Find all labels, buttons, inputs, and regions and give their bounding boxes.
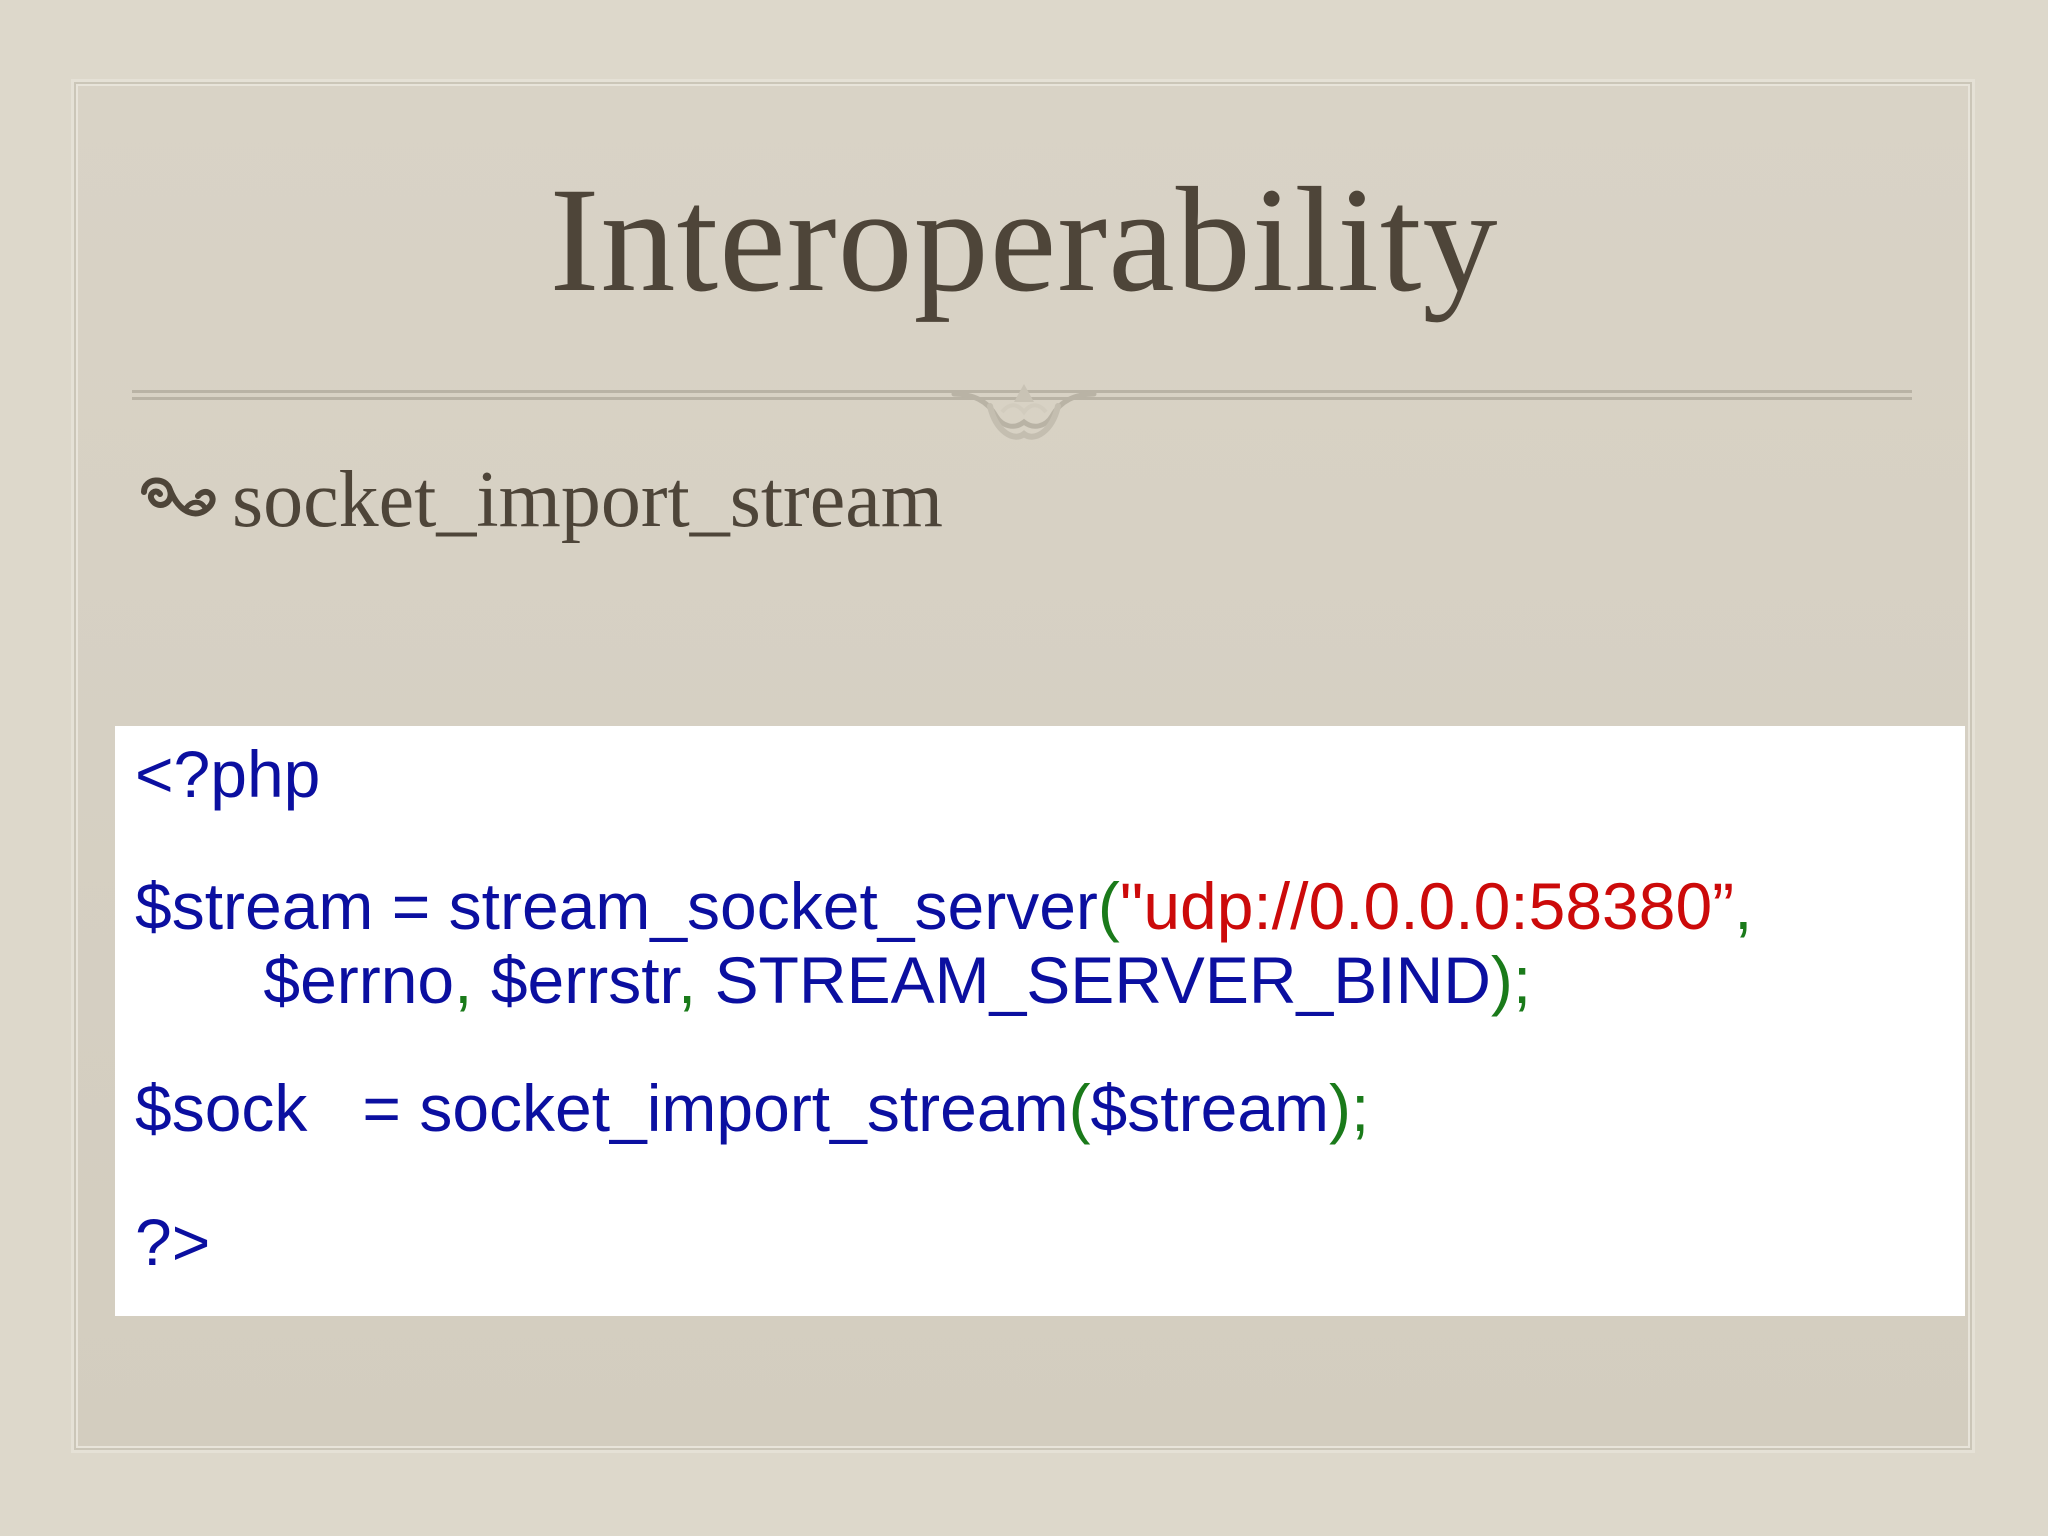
code-line-open-tag: <?php [135,736,320,812]
php-close-tag: ?> [135,1205,211,1279]
comma: , [454,943,491,1017]
func-stream-socket-server: stream_socket_server [448,869,1098,943]
quote-open: " [1119,869,1144,943]
slide-title: Interoperability [549,157,1499,323]
fleuron-bullet-icon [141,477,216,517]
assign-op: = [307,1071,420,1145]
var-sock: $sock [135,1071,308,1145]
code-line-args: $errno, $errstr, STREAM_SERVER_BIND); [135,942,1531,1018]
var-stream: $stream [135,869,374,943]
paren-close-semicolon: ); [1328,1071,1370,1145]
code-line-stream-server: $stream = stream_socket_server("udp://0.… [135,868,1752,944]
bullet-text: socket_import_stream [232,456,943,544]
quote-close: ” [1712,869,1735,943]
assign-op: = [373,869,449,943]
func-socket-import-stream: socket_import_stream [419,1071,1069,1145]
code-block: <?php $stream = stream_socket_server("ud… [115,726,1965,1316]
bullet-item: socket_import_stream [136,450,943,550]
code-line-close-tag: ?> [135,1204,210,1280]
comma: , [1734,869,1753,943]
var-stream-arg: $stream [1090,1071,1329,1145]
var-errno: $errno [263,943,455,1017]
udp-address-string: udp://0.0.0.0:58380 [1143,869,1713,943]
paren-open: ( [1097,869,1120,943]
var-errstr: $errstr [490,943,678,1017]
code-line-import-stream: $sock = socket_import_stream($stream); [135,1070,1369,1146]
scroll-ornament-icon [951,384,1097,440]
php-open-tag: <?php [135,737,321,811]
paren-close-semicolon: ); [1490,943,1532,1017]
comma: , [677,943,715,1017]
const-stream-server-bind: STREAM_SERVER_BIND [714,943,1491,1017]
paren-open: ( [1068,1071,1091,1145]
